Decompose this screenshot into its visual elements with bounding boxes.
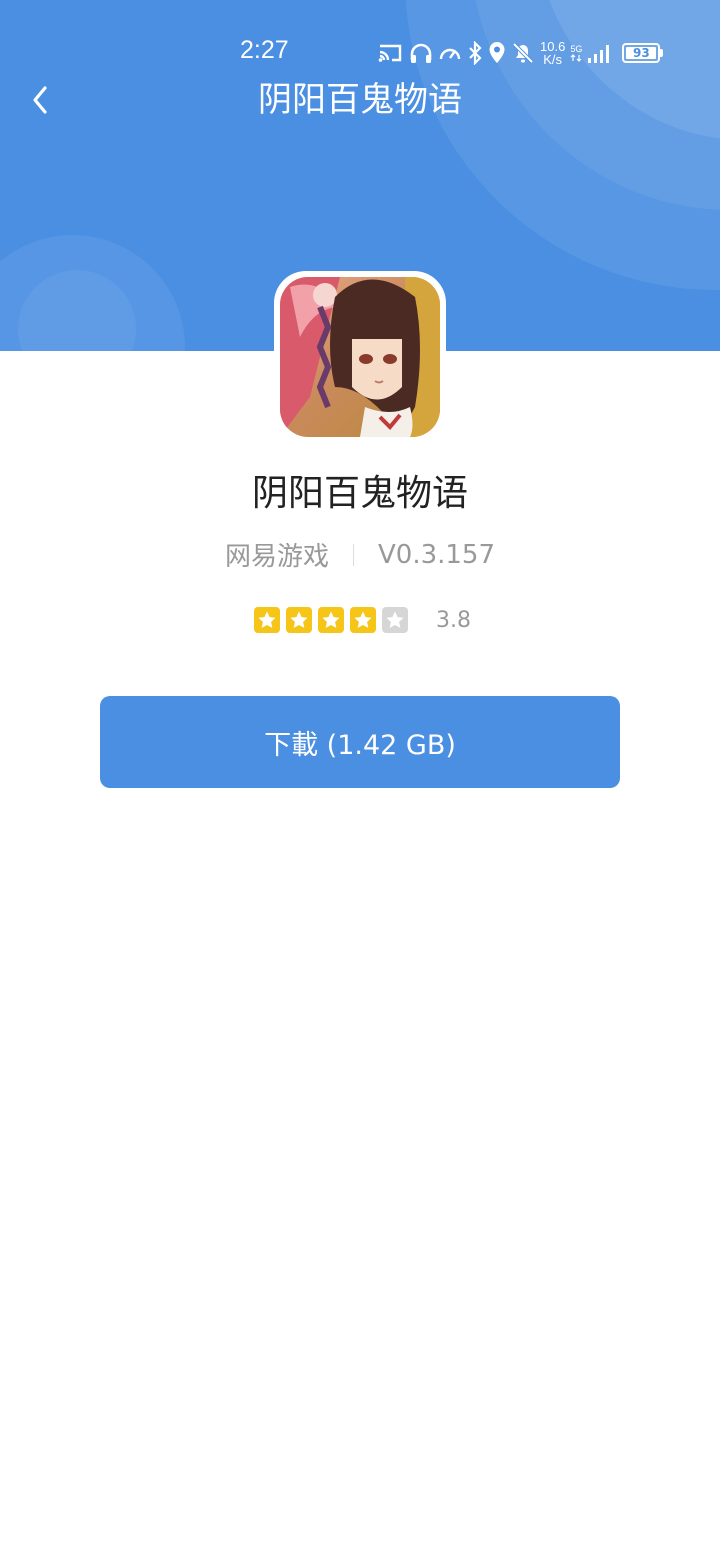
data-arrows-icon [570, 54, 582, 62]
app-name: 阴阳百鬼物语 [251, 473, 468, 514]
app-version: V0.3.157 [377, 539, 496, 570]
battery-tip [660, 49, 664, 57]
app-icon-frame [274, 271, 446, 443]
speedometer-icon [439, 48, 461, 60]
battery-indicator: 93 [622, 43, 664, 63]
page-title: 阴阳百鬼物语 [258, 80, 462, 120]
bluetooth-icon [469, 41, 482, 65]
app-meta: 网易游戏 V0.3.157 [0, 536, 720, 573]
location-icon [489, 42, 505, 63]
cast-icon [378, 44, 402, 62]
star-filled-icon [286, 607, 312, 633]
meta-divider [352, 543, 354, 566]
network-type: 5G [570, 44, 582, 62]
app-icon [280, 277, 440, 437]
headphones-icon [410, 43, 432, 63]
status-icons: 10.6 K/s 5G 93 [378, 36, 664, 70]
back-button[interactable] [18, 78, 62, 122]
star-empty-icon [382, 607, 408, 633]
net-speed-unit: K/s [543, 52, 563, 67]
rating-value: 3.8 [436, 607, 471, 633]
network-type-label: 5G [570, 44, 583, 54]
star-filled-icon [350, 607, 376, 633]
download-button[interactable]: 下載 (1.42 GB) [100, 696, 620, 788]
status-time: 2:27 [240, 36, 289, 64]
signal-icon [588, 45, 610, 63]
battery-icon: 93 [622, 43, 661, 63]
star-filled-icon [254, 607, 280, 633]
app-publisher: 网易游戏 [224, 542, 329, 572]
chevron-left-icon [33, 86, 47, 114]
mute-bell-icon [512, 42, 534, 64]
star-filled-icon [318, 607, 344, 633]
net-speed: 10.6 K/s [540, 40, 565, 66]
battery-level: 93 [632, 46, 650, 60]
app-rating: 3.8 [254, 604, 471, 636]
rating-stars [254, 607, 414, 633]
